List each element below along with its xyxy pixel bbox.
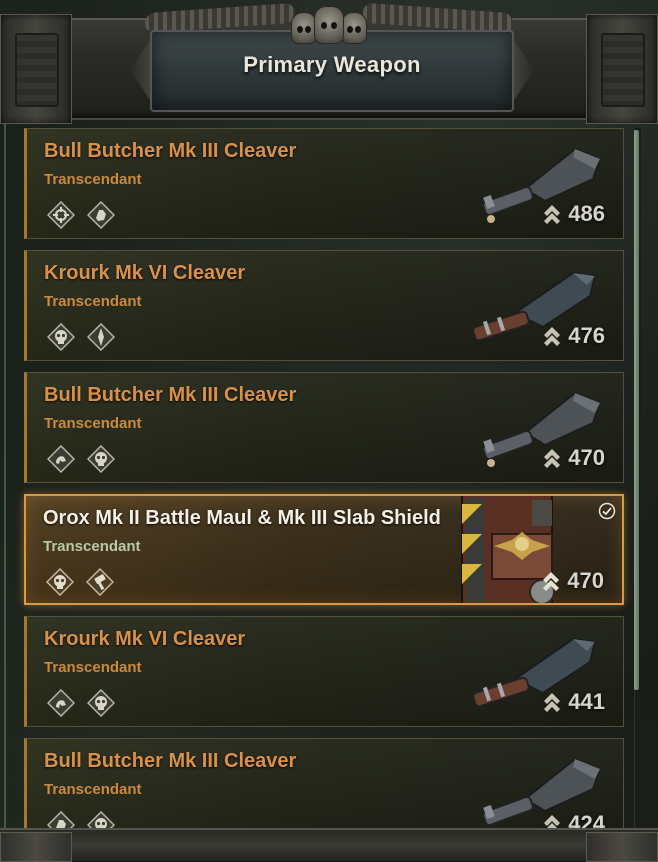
header-pillar-left	[0, 14, 72, 124]
header-pillar-right	[586, 14, 658, 124]
equipped-check-icon	[598, 502, 616, 520]
weapon-rarity: Transcendant	[44, 781, 142, 798]
power-chevron-icon	[542, 691, 562, 713]
skull-diamond-icon[interactable]	[87, 445, 115, 473]
page-title: Primary Weapon	[243, 52, 421, 77]
weapon-list-item[interactable]: Krourk Mk VI Cleaver Transcendant 441	[24, 616, 624, 727]
power-chevron-icon	[542, 325, 562, 347]
power-value: 470	[568, 445, 605, 470]
weapon-rarity: Transcendant	[44, 171, 142, 188]
weapon-name: Krourk Mk VI Cleaver	[44, 628, 246, 650]
power-value: 470	[567, 568, 604, 593]
power-level: 486	[542, 201, 605, 227]
weapon-rarity: Transcendant	[44, 293, 142, 310]
perk-icons	[47, 201, 115, 229]
perk-icons	[47, 445, 115, 473]
weapon-name: Bull Butcher Mk III Cleaver	[44, 140, 297, 162]
perk-icons	[47, 323, 115, 351]
arm-diamond-icon[interactable]	[47, 689, 75, 717]
perk-icons	[47, 689, 115, 717]
power-chevron-icon	[542, 203, 562, 225]
skull-ornament-icon	[289, 4, 369, 44]
skull-diamond-icon[interactable]	[46, 568, 74, 596]
left-rail	[4, 120, 6, 850]
arm-diamond-icon[interactable]	[47, 445, 75, 473]
power-level: 476	[542, 323, 605, 349]
skull-gear-icon[interactable]	[47, 323, 75, 351]
power-level: 470	[541, 568, 604, 594]
skull-gear-icon[interactable]	[87, 689, 115, 717]
power-value: 441	[568, 689, 605, 714]
crosshair-diamond-icon[interactable]	[47, 201, 75, 229]
power-value: 476	[568, 323, 605, 348]
weapon-list-item-selected[interactable]: Orox Mk II Battle Maul & Mk III Slab Shi…	[24, 494, 624, 605]
power-chevron-icon	[542, 447, 562, 469]
header-frame: Primary Weapon	[0, 0, 658, 124]
power-value: 486	[568, 201, 605, 226]
weapon-name: Bull Butcher Mk III Cleaver	[44, 750, 297, 772]
perk-icons	[46, 568, 114, 596]
weapon-list-item[interactable]: Bull Butcher Mk III Cleaver Transcendant…	[24, 128, 624, 239]
weapon-rarity: Transcendant	[43, 538, 141, 555]
skull-icon	[341, 12, 367, 44]
power-level: 441	[542, 689, 605, 715]
weapon-name: Bull Butcher Mk III Cleaver	[44, 384, 297, 406]
weapon-rarity: Transcendant	[44, 659, 142, 676]
hammer-diamond-icon[interactable]	[86, 568, 114, 596]
skull-icon	[314, 6, 344, 44]
power-chevron-icon	[541, 570, 561, 592]
blade-diamond-icon[interactable]	[87, 323, 115, 351]
fist-diamond-icon[interactable]	[87, 201, 115, 229]
footer-frame	[0, 828, 658, 862]
power-level: 470	[542, 445, 605, 471]
weapon-list-item[interactable]: Krourk Mk VI Cleaver Transcendant 476	[24, 250, 624, 361]
weapon-list-item[interactable]: Bull Butcher Mk III Cleaver Transcendant…	[24, 372, 624, 483]
weapon-name: Orox Mk II Battle Maul & Mk III Slab Shi…	[43, 507, 441, 529]
scrollbar-thumb[interactable]	[634, 130, 639, 690]
weapon-rarity: Transcendant	[44, 415, 142, 432]
weapon-name: Krourk Mk VI Cleaver	[44, 262, 246, 284]
